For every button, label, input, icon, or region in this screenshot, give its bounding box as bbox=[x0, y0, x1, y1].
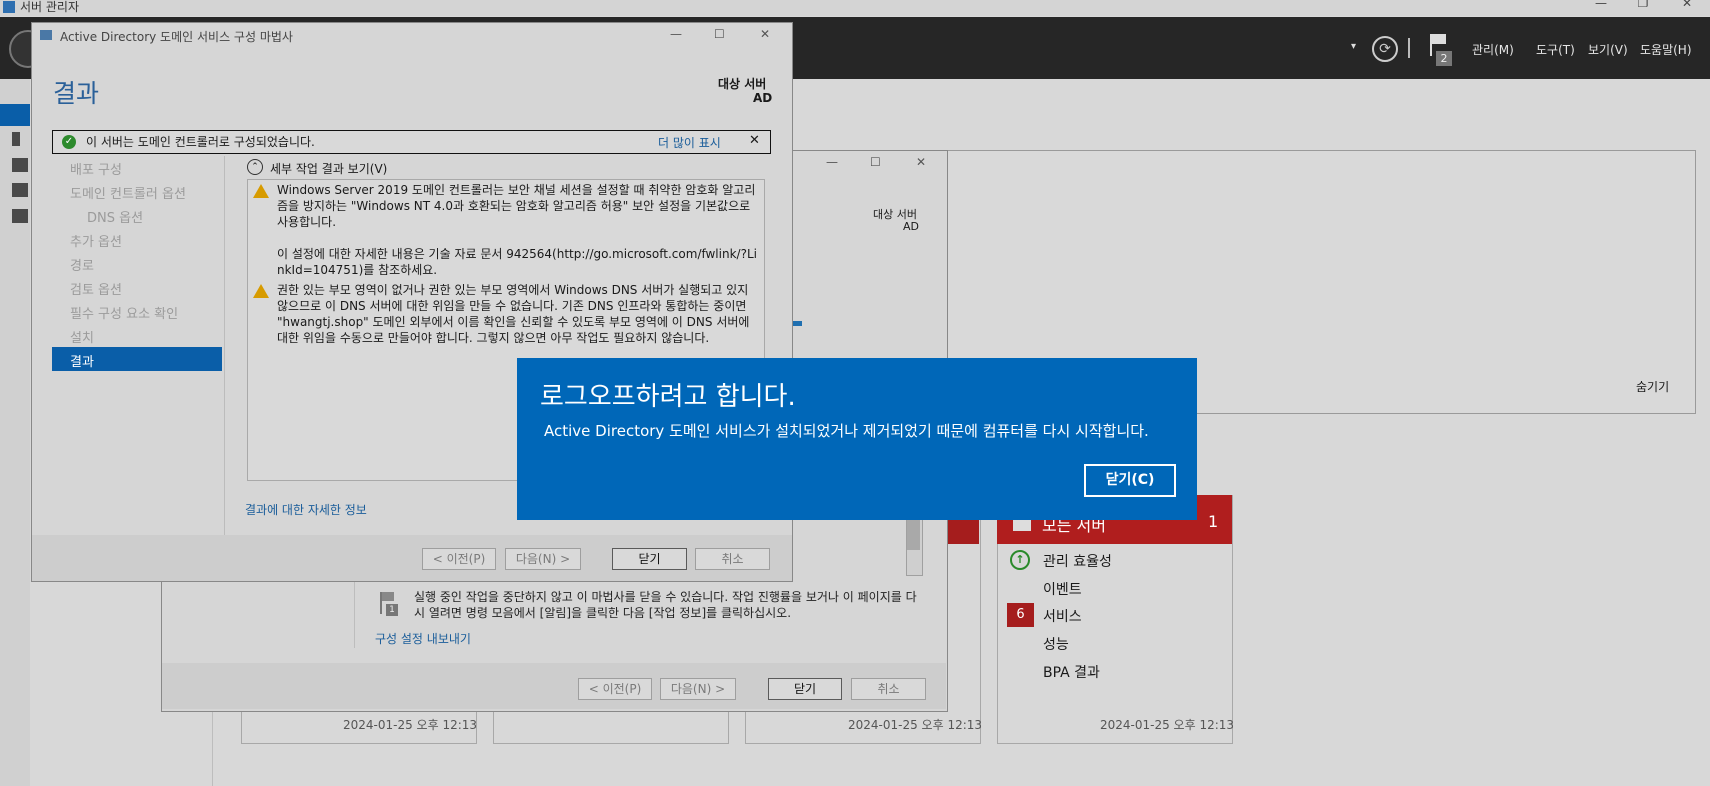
success-check-icon: ✓ bbox=[62, 135, 76, 149]
export-settings-link[interactable]: 구성 설정 내보내기 bbox=[375, 630, 471, 647]
wizard-prev-button[interactable]: < 이전(P) bbox=[422, 548, 496, 570]
tile-item-events[interactable]: 이벤트 bbox=[1043, 579, 1082, 599]
file-storage-icon[interactable] bbox=[12, 209, 28, 223]
bg-wizard-progress-accent bbox=[792, 321, 802, 326]
tile-item-services[interactable]: 서비스 bbox=[1043, 606, 1082, 626]
show-more-link[interactable]: 더 많이 표시 bbox=[658, 134, 721, 151]
menu-help[interactable]: 도움말(H) bbox=[1640, 41, 1692, 58]
nav-deployment-config[interactable]: 배포 구성 bbox=[70, 159, 122, 178]
nav-installation[interactable]: 설치 bbox=[70, 327, 94, 346]
bg-wizard-minimize-icon[interactable]: — bbox=[826, 155, 838, 169]
tile-item-bpa[interactable]: BPA 결과 bbox=[1043, 662, 1100, 682]
wizard-maximize-icon[interactable]: ☐ bbox=[714, 27, 725, 41]
all-servers-icon[interactable] bbox=[12, 158, 28, 172]
header-divider bbox=[1408, 38, 1410, 58]
restore-icon[interactable]: ❐ bbox=[1628, 0, 1658, 10]
tile-1-timestamp: 2024-01-25 오후 12:13 bbox=[343, 718, 478, 732]
warning-text-2: 권한 있는 부모 영역이 없거나 권한 있는 부모 영역에서 Windows D… bbox=[277, 283, 750, 345]
wizard-title: Active Directory 도메인 서비스 구성 마법사 bbox=[60, 30, 293, 44]
logoff-message: Active Directory 도메인 서비스가 설치되었거나 제거되었기 때… bbox=[544, 422, 1149, 440]
notification-count: 2 bbox=[1436, 51, 1452, 66]
wizard-cancel-button[interactable]: 취소 bbox=[695, 548, 770, 570]
close-icon[interactable]: ✕ bbox=[1672, 0, 1702, 10]
manageability-ok-icon: ↑ bbox=[1010, 550, 1030, 570]
menu-tools[interactable]: 도구(T) bbox=[1536, 41, 1575, 58]
bg-wizard-close-button[interactable]: 닫기 bbox=[768, 678, 842, 700]
services-badge: 6 bbox=[1007, 603, 1034, 627]
details-collapse-icon[interactable]: ⌃ bbox=[247, 159, 263, 175]
server-manager-title: 서버 관리자 bbox=[20, 0, 80, 14]
nav-dc-options[interactable]: 도메인 컨트롤러 옵션 bbox=[70, 183, 186, 202]
info-flag-icon: 1 bbox=[378, 592, 400, 618]
bg-wizard-target-value: AD bbox=[903, 220, 919, 233]
warning-text-1-more: 이 설정에 대한 자세한 내용은 기술 자료 문서 942564(http://… bbox=[277, 247, 757, 277]
logoff-title: 로그오프하려고 합니다. bbox=[540, 382, 796, 412]
details-toggle[interactable]: 세부 작업 결과 보기(V) bbox=[270, 160, 387, 177]
all-servers-timestamp: 2024-01-25 오후 12:13 bbox=[1100, 718, 1235, 732]
minimize-icon[interactable]: — bbox=[1586, 0, 1616, 10]
wizard-target-value: AD bbox=[753, 91, 773, 105]
tile-item-manageability[interactable]: 관리 효율성 bbox=[1043, 551, 1112, 571]
refresh-icon[interactable]: ⟳ bbox=[1372, 36, 1398, 62]
warning-text-1: Windows Server 2019 도메인 컨트롤러는 보안 채널 세션을 … bbox=[277, 183, 756, 229]
wizard-nav-divider bbox=[224, 156, 225, 536]
results-more-info-link[interactable]: 결과에 대한 자세한 정보 bbox=[245, 501, 367, 518]
wizard-next-button[interactable]: 다음(N) > bbox=[505, 548, 581, 570]
warning-icon-1 bbox=[253, 184, 269, 198]
ad-ds-icon[interactable] bbox=[12, 183, 28, 197]
bg-wizard-scroll-thumb[interactable] bbox=[907, 516, 920, 550]
wizard-heading: 결과 bbox=[53, 79, 100, 108]
dropdown-arrow-icon[interactable]: ▾ bbox=[1351, 41, 1356, 52]
logoff-close-button[interactable]: 닫기(C) bbox=[1084, 464, 1176, 497]
nav-dns-options[interactable]: DNS 옵션 bbox=[87, 207, 143, 226]
server-manager-app-icon bbox=[3, 1, 15, 13]
tile-item-performance[interactable]: 성능 bbox=[1043, 634, 1069, 654]
wizard-target-label: 대상 서버 bbox=[718, 77, 767, 91]
dashboard-icon[interactable] bbox=[0, 104, 30, 126]
success-message: 이 서버는 도메인 컨트롤러로 구성되었습니다. bbox=[86, 135, 315, 149]
nav-additional-options[interactable]: 추가 옵션 bbox=[70, 231, 122, 250]
all-servers-count: 1 bbox=[1208, 512, 1219, 531]
bg-wizard-info-text: 실행 중인 작업을 중단하지 않고 이 마법사를 닫을 수 있습니다. 작업 진… bbox=[414, 590, 917, 620]
wizard-close-icon[interactable]: ✕ bbox=[760, 27, 770, 41]
bg-wizard-separator bbox=[354, 578, 355, 648]
menu-view[interactable]: 보기(V) bbox=[1588, 41, 1628, 58]
local-server-icon[interactable] bbox=[12, 132, 20, 146]
wizard-close-button[interactable]: 닫기 bbox=[612, 548, 687, 570]
wizard-minimize-icon[interactable]: — bbox=[670, 27, 682, 41]
nav-prerequisites[interactable]: 필수 구성 요소 확인 bbox=[70, 303, 178, 322]
bg-wizard-maximize-icon[interactable]: ☐ bbox=[870, 155, 881, 169]
dismiss-success-icon[interactable]: ✕ bbox=[749, 133, 760, 148]
bg-wizard-close-icon[interactable]: ✕ bbox=[916, 155, 926, 169]
server-manager-titlebar bbox=[0, 0, 1710, 16]
wizard-app-icon bbox=[40, 30, 52, 40]
warning-icon-2 bbox=[253, 284, 269, 298]
bg-wizard-cancel-button[interactable]: 취소 bbox=[851, 678, 926, 700]
info-flag-badge: 1 bbox=[386, 604, 398, 616]
nav-review-options[interactable]: 검토 옵션 bbox=[70, 279, 122, 298]
tile-3-timestamp: 2024-01-25 오후 12:13 bbox=[848, 718, 983, 732]
logoff-notification: 로그오프하려고 합니다. Active Directory 도메인 서비스가 설… bbox=[517, 358, 1197, 520]
menu-manage[interactable]: 관리(M) bbox=[1472, 41, 1514, 58]
bg-wizard-prev-button[interactable]: < 이전(P) bbox=[578, 678, 652, 700]
hide-link[interactable]: 숨기기 bbox=[1636, 378, 1669, 395]
bg-wizard-next-button[interactable]: 다음(N) > bbox=[660, 678, 736, 700]
nav-paths[interactable]: 경로 bbox=[70, 255, 94, 274]
nav-results: 결과 bbox=[70, 355, 94, 370]
